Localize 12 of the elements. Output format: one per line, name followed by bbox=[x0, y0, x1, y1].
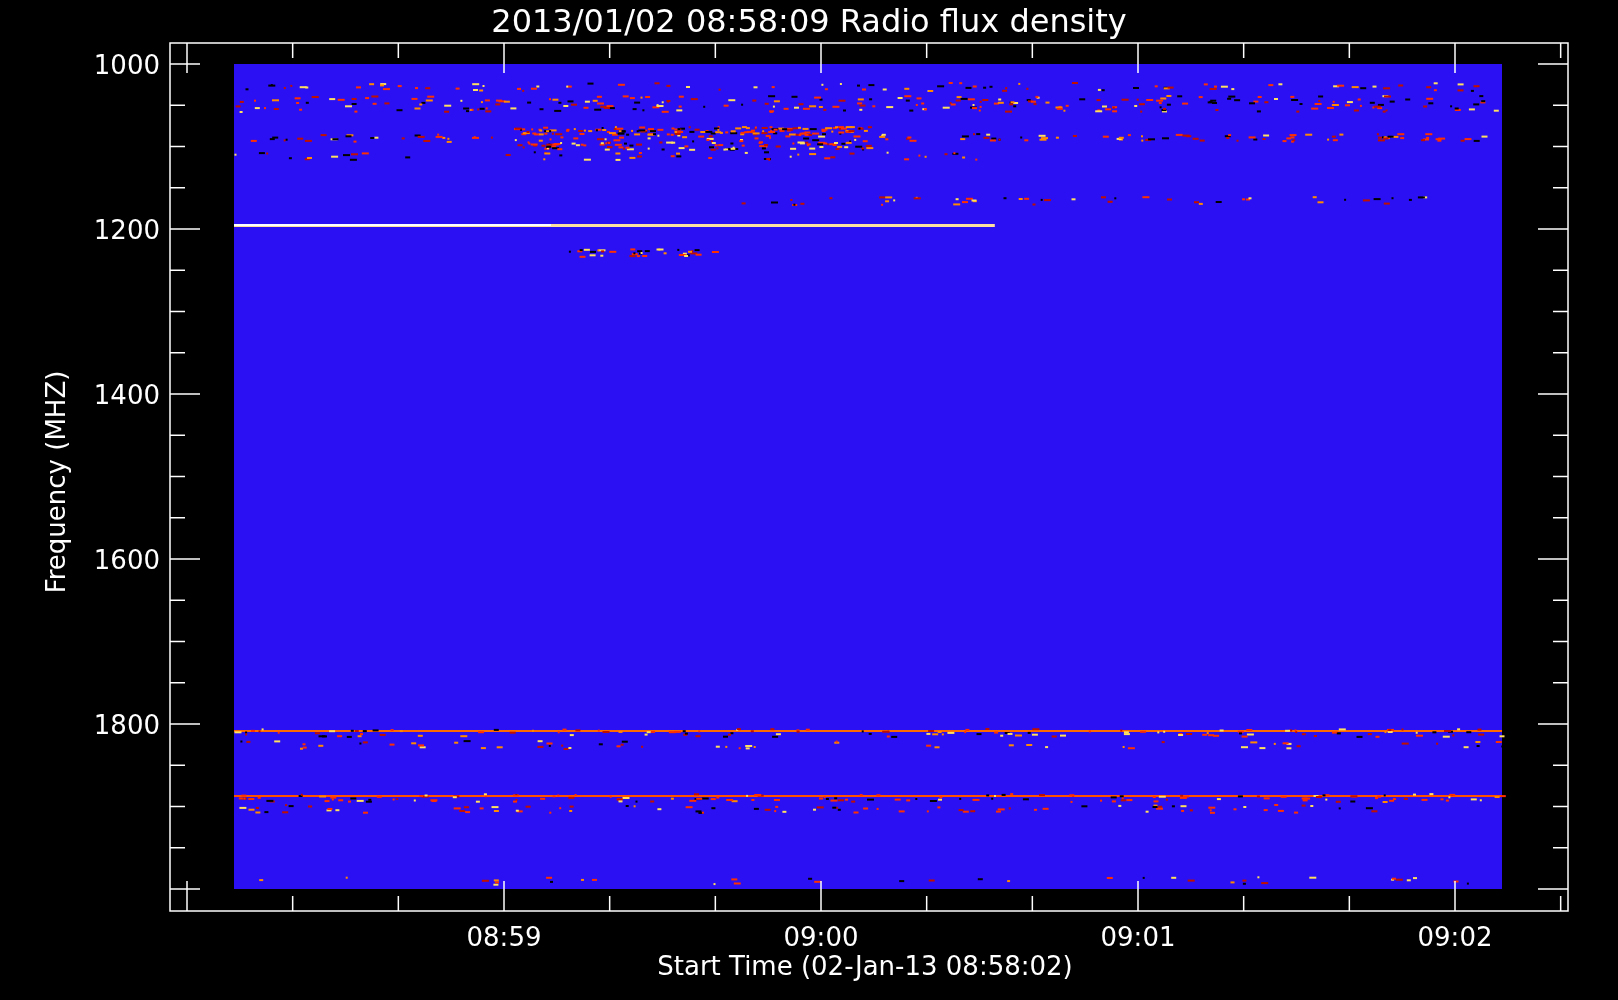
axis-tick-label: 1400 bbox=[93, 380, 160, 410]
axis-tick-label: 1800 bbox=[93, 710, 160, 740]
axis-tick-label: 1200 bbox=[93, 215, 160, 245]
axis-title: Start Time (02-Jan-13 08:58:02) bbox=[657, 951, 1073, 981]
axis-tick-label: 09:01 bbox=[1100, 922, 1176, 952]
axis-tick-label: 09:02 bbox=[1417, 922, 1493, 952]
chart-title: 2013/01/02 08:58:09 Radio flux density bbox=[491, 2, 1127, 40]
axis-tick-label: 08:59 bbox=[466, 922, 542, 952]
axis-tick-label: 1600 bbox=[93, 545, 160, 575]
axis-tick-label: 09:00 bbox=[783, 922, 859, 952]
axis-title: Frequency (MHZ) bbox=[41, 370, 71, 594]
axis-tick-label: 1000 bbox=[93, 50, 160, 80]
